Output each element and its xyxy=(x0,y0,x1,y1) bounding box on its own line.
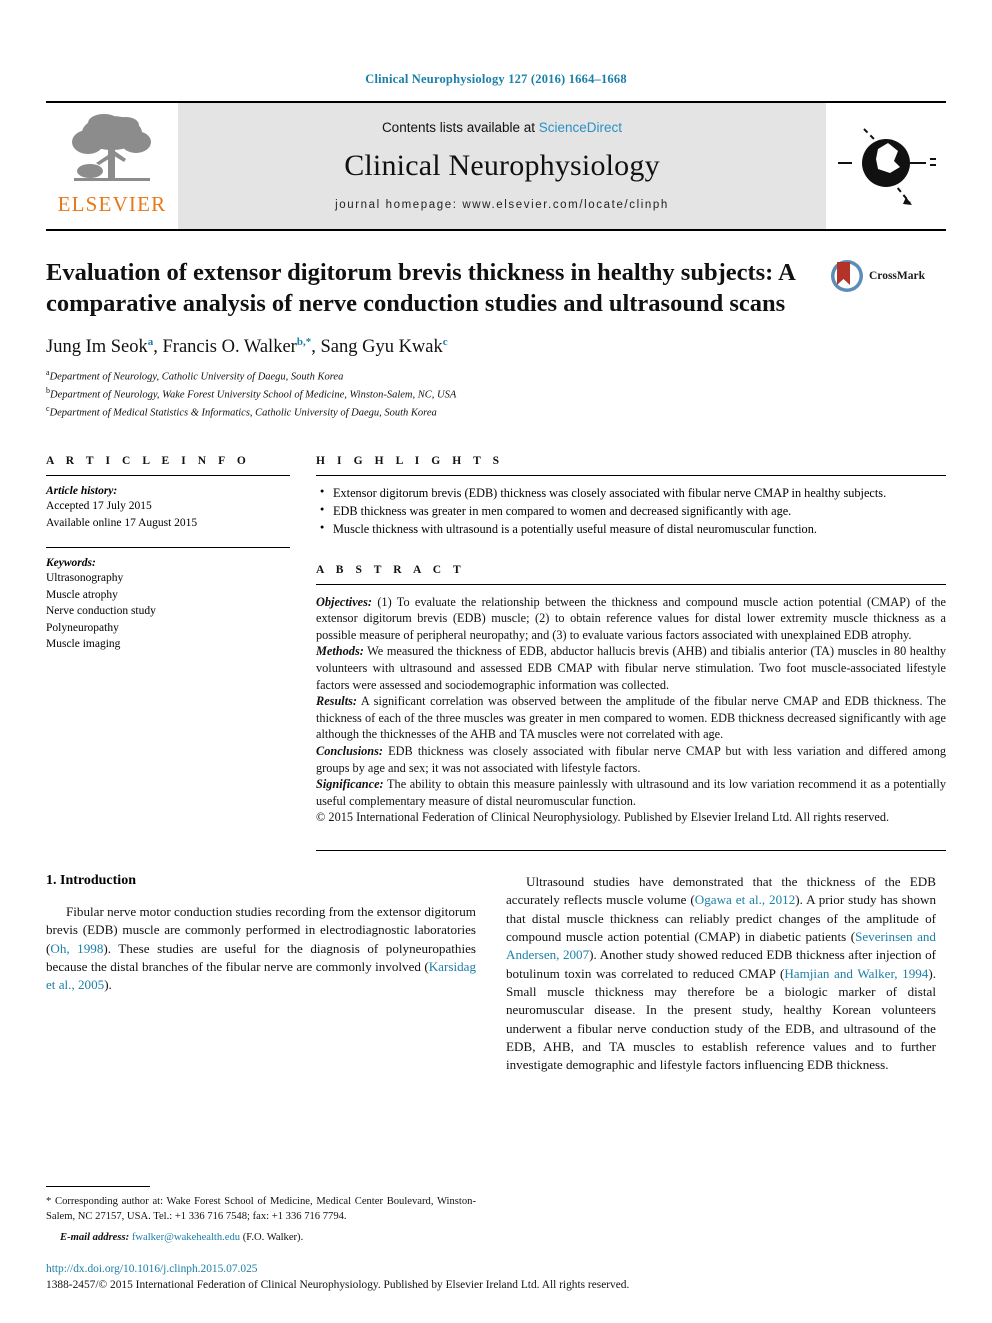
elsevier-tree-icon xyxy=(72,114,151,181)
email-label: E-mail address: xyxy=(60,1231,130,1243)
article-info-column: A R T I C L E I N F O Article history: A… xyxy=(46,455,290,851)
highlight-item: Muscle thickness with ultrasound is a po… xyxy=(320,521,946,537)
title-block: Evaluation of extensor digitorum brevis … xyxy=(46,257,946,421)
highlight-item: Extensor digitorum brevis (EDB) thicknes… xyxy=(320,485,946,501)
doi-link[interactable]: http://dx.doi.org/10.1016/j.clinph.2015.… xyxy=(46,1262,946,1277)
highlights-list: Extensor digitorum brevis (EDB) thicknes… xyxy=(316,485,946,538)
abstract-objectives-label: Objectives: xyxy=(316,594,372,609)
article-history-label: Article history: xyxy=(46,484,118,497)
highlights-rule xyxy=(316,474,946,476)
affiliation-item: cDepartment of Medical Statistics & Info… xyxy=(46,403,437,419)
masthead-center: Contents lists available at ScienceDirec… xyxy=(178,103,826,229)
abstract-significance: Significance: The ability to obtain this… xyxy=(316,776,946,809)
article-info-heading: A R T I C L E I N F O xyxy=(46,454,251,467)
article-history-online: Available online 17 August 2015 xyxy=(46,516,198,529)
corresponding-author-note: * Corresponding author at: Wake Forest S… xyxy=(46,1195,476,1222)
footnote-rule xyxy=(46,1185,150,1187)
keyword-item: Muscle imaging xyxy=(46,638,121,651)
journal-homepage-link[interactable]: journal homepage: www.elsevier.com/locat… xyxy=(335,199,669,211)
highlights-heading: H I G H L I G H T S xyxy=(316,454,504,467)
crossmark-badge-group[interactable]: CrossMark xyxy=(830,259,946,293)
article-title: Evaluation of extensor digitorum brevis … xyxy=(46,259,795,318)
abstract-rule xyxy=(316,583,946,585)
affiliation-marker: b xyxy=(46,385,50,395)
footer-block: http://dx.doi.org/10.1016/j.clinph.2015.… xyxy=(46,1262,946,1293)
body-column-right: Ultrasound studies have demonstrated tha… xyxy=(506,873,936,1083)
paper-page: Clinical Neurophysiology 127 (2016) 1664… xyxy=(0,0,992,1323)
article-info-rule xyxy=(46,474,290,476)
abstract-heading: A B S T R A C T xyxy=(316,563,466,576)
abstract-conclusions: Conclusions: EDB thickness was closely a… xyxy=(316,743,946,776)
introduction-paragraph-left: Fibular nerve motor conduction studies r… xyxy=(46,903,476,993)
section-heading-introduction: 1. Introduction xyxy=(46,872,136,888)
abstract-methods: Methods: We measured the thickness of ED… xyxy=(316,643,946,693)
affiliation-marker: a xyxy=(46,367,50,377)
contents-available-line: Contents lists available at ScienceDirec… xyxy=(382,120,622,135)
email-suffix: (F.O. Walker). xyxy=(240,1231,304,1243)
keyword-item: Polyneuropathy xyxy=(46,621,119,634)
author-list: Jung Im Seoka, Francis O. Walkerb,*, San… xyxy=(46,335,448,357)
abstract-significance-text: The ability to obtain this measure painl… xyxy=(316,777,946,808)
abstract-significance-label: Significance: xyxy=(316,777,384,792)
abstract-results-text: A significant correlation was observed b… xyxy=(316,694,946,742)
journal-masthead: ELSEVIER Contents lists available at Sci… xyxy=(46,101,946,229)
body-columns: 1. Introduction Fibular nerve motor cond… xyxy=(46,873,946,1083)
article-history-accepted: Accepted 17 July 2015 xyxy=(46,499,152,512)
contents-prefix: Contents lists available at xyxy=(381,119,539,135)
introduction-paragraph-right: Ultrasound studies have demonstrated tha… xyxy=(506,873,936,1073)
abstract-objectives: Objectives: (1) To evaluate the relation… xyxy=(316,594,946,644)
affiliation-item: aDepartment of Neurology, Catholic Unive… xyxy=(46,367,344,383)
keyword-item: Ultrasonography xyxy=(46,572,124,585)
journal-emblem-icon xyxy=(838,128,936,205)
abstract-methods-text: We measured the thickness of EDB, abduct… xyxy=(316,644,946,692)
running-head: Clinical Neurophysiology 127 (2016) 1664… xyxy=(365,72,627,86)
sciencedirect-link[interactable]: ScienceDirect xyxy=(539,120,622,135)
footnote-block: * Corresponding author at: Wake Forest S… xyxy=(46,1185,476,1245)
email-note: E-mail address: fwalker@wakehealth.edu (… xyxy=(46,1230,476,1245)
abstract-body: Objectives: (1) To evaluate the relation… xyxy=(316,594,946,826)
crossmark-icon xyxy=(831,260,863,292)
abstract-methods-label: Methods: xyxy=(316,644,364,659)
issn-copyright-line: 1388-2457/© 2015 International Federatio… xyxy=(46,1278,630,1291)
highlight-item: EDB thickness was greater in men compare… xyxy=(320,503,946,519)
abstract-results-label: Results: xyxy=(316,694,357,709)
abstract-results: Results: A significant correlation was o… xyxy=(316,693,946,743)
journal-mark-container xyxy=(826,103,946,229)
body-column-left: 1. Introduction Fibular nerve motor cond… xyxy=(46,873,476,1083)
abstract-conclusions-label: Conclusions: xyxy=(316,743,383,758)
keywords-label: Keywords: xyxy=(46,557,96,570)
keyword-item: Nerve conduction study xyxy=(46,605,156,618)
abstract-bottom-rule xyxy=(316,849,946,851)
affiliation-marker: c xyxy=(46,403,50,413)
abstract-objectives-text: (1) To evaluate the relationship between… xyxy=(316,594,946,642)
info-highlights-row: A R T I C L E I N F O Article history: A… xyxy=(46,455,946,851)
highlights-abstract-column: H I G H L I G H T S Extensor digitorum b… xyxy=(316,455,946,851)
crossmark-label: CrossMark xyxy=(869,270,926,282)
keyword-item: Muscle atrophy xyxy=(46,588,118,601)
keywords-rule xyxy=(46,547,290,549)
abstract-conclusions-text: EDB thickness was closely associated wit… xyxy=(316,743,946,775)
affiliation-item: bDepartment of Neurology, Wake Forest Un… xyxy=(46,385,457,401)
journal-title: Clinical Neurophysiology xyxy=(344,148,660,182)
elsevier-wordmark: ELSEVIER xyxy=(57,192,167,216)
affiliation-list: aDepartment of Neurology, Catholic Unive… xyxy=(46,367,946,421)
elsevier-logo: ELSEVIER xyxy=(46,103,178,229)
masthead-bottom-rule xyxy=(46,229,946,231)
email-link[interactable]: fwalker@wakehealth.edu xyxy=(132,1232,240,1243)
abstract-copyright: © 2015 International Federation of Clini… xyxy=(316,810,890,825)
